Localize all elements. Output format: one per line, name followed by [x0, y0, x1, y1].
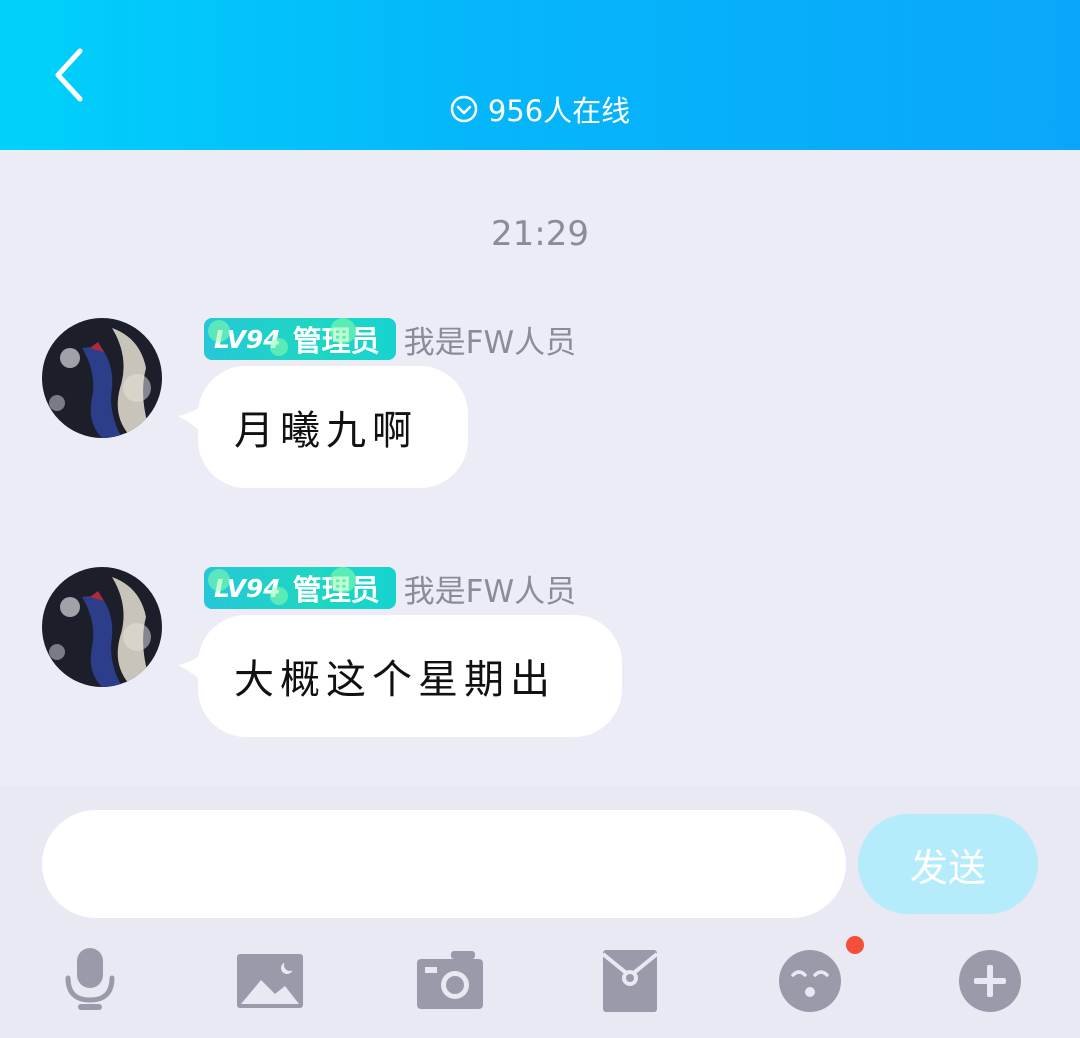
- online-count-text: 956人在线: [487, 94, 631, 128]
- voice-button[interactable]: [45, 936, 135, 1026]
- emoji-button[interactable]: [765, 936, 855, 1026]
- message-bubble[interactable]: 月曦九啊: [198, 366, 468, 488]
- sender-name[interactable]: 我是FW人员: [404, 317, 576, 362]
- sender-name[interactable]: 我是FW人员: [404, 566, 576, 611]
- chevron-down-circle-icon: [450, 95, 478, 123]
- emoji-icon: [779, 950, 841, 1012]
- plus-icon: [959, 950, 1021, 1012]
- composer-panel: 发送: [0, 786, 1080, 1038]
- camera-icon: [417, 951, 483, 1009]
- message-input[interactable]: [42, 810, 846, 918]
- microphone-icon: [65, 948, 115, 1010]
- camera-button[interactable]: [405, 936, 495, 1026]
- admin-badge: LV94 管理员: [204, 318, 396, 360]
- image-icon: [237, 954, 303, 1008]
- image-button[interactable]: [225, 936, 315, 1026]
- message-meta: LV94 管理员 我是FW人员: [204, 566, 576, 611]
- notification-dot: [846, 936, 864, 954]
- message-meta: LV94 管理员 我是FW人员: [204, 317, 576, 362]
- avatar[interactable]: [42, 318, 162, 438]
- message-timestamp: 21:29: [491, 214, 589, 254]
- avatar[interactable]: [42, 567, 162, 687]
- admin-badge: LV94 管理员: [204, 567, 396, 609]
- message-bubble[interactable]: 大概这个星期出: [198, 615, 622, 737]
- online-count[interactable]: 956人在线: [0, 86, 1080, 132]
- red-packet-icon: [601, 950, 659, 1012]
- red-packet-button[interactable]: [585, 936, 675, 1026]
- more-button[interactable]: [945, 936, 1035, 1026]
- message-list[interactable]: 21:29 LV94 管理员 我是FW人员: [0, 150, 1080, 786]
- chat-header: 956人在线: [0, 0, 1080, 150]
- send-button[interactable]: 发送: [858, 814, 1038, 914]
